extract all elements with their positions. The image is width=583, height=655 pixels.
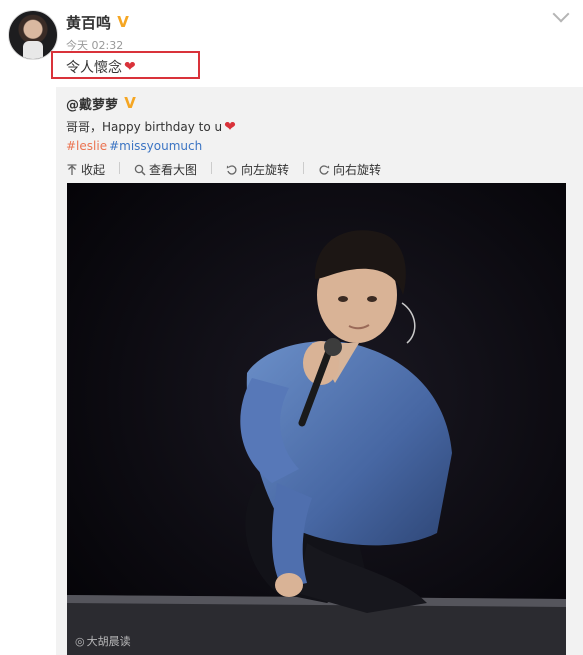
hashtag-link[interactable]: #missyoumuch: [109, 139, 202, 153]
heart-icon: ❤: [224, 118, 236, 135]
repost-text-content: 哥哥，Happy birthday to u: [66, 120, 223, 134]
view-large-label: 查看大图: [149, 163, 198, 177]
rotate-right-label: 向右旋转: [333, 163, 382, 177]
post-photo[interactable]: ◎ 大胡晨读: [67, 183, 566, 655]
post-text: 令人懷念 ❤: [66, 57, 136, 77]
collapse-icon: [66, 163, 78, 176]
verified-icon: V: [117, 13, 129, 31]
watermark: ◎ 大胡晨读: [75, 633, 131, 649]
rotate-left-icon: [226, 164, 238, 176]
verified-icon: V: [124, 94, 136, 112]
author-name[interactable]: 黄百鸣: [66, 12, 111, 33]
hashtag-list: #leslie #missyoumuch: [66, 139, 202, 153]
author-row: 黄百鸣 V: [66, 12, 131, 33]
collapse-label: 收起: [81, 163, 106, 177]
rotate-right-button[interactable]: 向右旋转: [318, 161, 381, 178]
collapse-button[interactable]: 收起: [66, 161, 105, 178]
post-text-content: 令人懷念: [66, 60, 122, 76]
repost-author-row: @戴萝萝 V: [66, 94, 138, 114]
hashtag-link[interactable]: #leslie: [66, 139, 107, 153]
divider: [303, 162, 305, 174]
divider: [211, 162, 213, 174]
rotate-left-button[interactable]: 向左旋转: [226, 161, 289, 178]
rotate-left-label: 向左旋转: [241, 163, 290, 177]
image-toolbar: 收起 查看大图 向左旋转 向右旋转: [66, 161, 381, 178]
view-large-button[interactable]: 查看大图: [134, 161, 197, 178]
heart-icon: ❤: [124, 59, 136, 75]
watermark-icon: ◎: [75, 634, 85, 648]
repost-card: @戴萝萝 V 哥哥，Happy birthday to u ❤ #leslie …: [56, 87, 583, 655]
chevron-down-icon[interactable]: [552, 5, 570, 23]
divider: [119, 162, 121, 174]
repost-text: 哥哥，Happy birthday to u ❤: [66, 118, 236, 135]
zoom-icon: [134, 164, 146, 176]
photo-illustration: [67, 183, 566, 655]
repost-author-name[interactable]: @戴萝萝: [66, 94, 118, 113]
watermark-text: 大胡晨读: [86, 635, 131, 648]
rotate-right-icon: [318, 164, 330, 176]
